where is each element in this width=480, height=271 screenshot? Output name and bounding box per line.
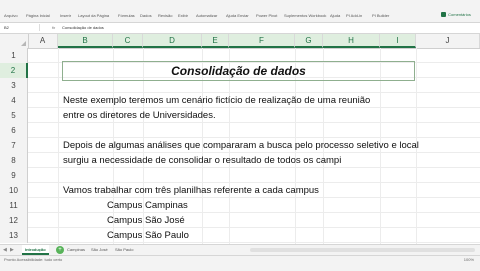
column-header-j[interactable]: J bbox=[416, 34, 480, 48]
text-line-10[interactable]: Vamos trabalhar com três planilhas refer… bbox=[63, 183, 319, 198]
row-header-11[interactable]: 11 bbox=[0, 198, 28, 213]
comments-button[interactable]: Comentários bbox=[436, 10, 476, 18]
grid-row: 11 bbox=[0, 198, 480, 213]
sheet-tab-introducao[interactable]: Introdução bbox=[22, 245, 49, 255]
row-header-1[interactable]: 1 bbox=[0, 48, 28, 63]
row-header-7[interactable]: 7 bbox=[0, 138, 28, 153]
tab-exibir[interactable]: Exibir bbox=[178, 13, 188, 18]
grid-line bbox=[58, 48, 59, 244]
sheet-tab-campinas[interactable]: Campinas bbox=[64, 245, 88, 255]
grid-row: 13 bbox=[0, 228, 480, 243]
column-header-i[interactable]: I bbox=[380, 34, 416, 48]
campus-campinas-cell[interactable]: Campus Campinas bbox=[107, 198, 188, 213]
tab-arquivo[interactable]: Arquivo bbox=[4, 13, 18, 18]
column-header-a[interactable]: A bbox=[28, 34, 58, 48]
tab-suplementos[interactable]: Suplementos Workbook bbox=[284, 13, 326, 18]
row-header-13[interactable]: 13 bbox=[0, 228, 28, 243]
column-header-c[interactable]: C bbox=[113, 34, 143, 48]
tab-layout[interactable]: Layout da Página bbox=[78, 13, 109, 18]
select-all-corner[interactable] bbox=[0, 34, 29, 48]
tab-formulas[interactable]: Fórmulas bbox=[118, 13, 135, 18]
row-header-5[interactable]: 5 bbox=[0, 108, 28, 123]
column-headers: A B C D E F G H I J bbox=[0, 34, 480, 49]
row-header-6[interactable]: 6 bbox=[0, 123, 28, 138]
status-bar: Pronto Acessibilidade: tudo certo 100% bbox=[0, 255, 480, 271]
grid-row: 9 bbox=[0, 168, 480, 183]
next-sheet-icon[interactable]: ▶ bbox=[10, 245, 14, 255]
column-header-b[interactable]: B bbox=[58, 34, 113, 48]
tab-pi-addin[interactable]: PI Add-in bbox=[346, 13, 362, 18]
formula-input[interactable]: Consolidação de dados bbox=[62, 24, 104, 31]
fx-icon[interactable]: fx bbox=[52, 24, 55, 31]
text-line-8[interactable]: surgiu a necessidade de consolidar o res… bbox=[63, 153, 341, 168]
row-header-12[interactable]: 12 bbox=[0, 213, 28, 228]
comment-icon bbox=[441, 11, 447, 17]
text-line-7[interactable]: Depois de algumas análises que comparara… bbox=[63, 138, 419, 153]
row-header-9[interactable]: 9 bbox=[0, 168, 28, 183]
zoom-level[interactable]: 100% bbox=[464, 256, 474, 264]
name-box[interactable]: B2 bbox=[2, 24, 40, 31]
ribbon: Arquivo Página Inicial Inserir Layout da… bbox=[0, 0, 480, 23]
tab-revisao[interactable]: Revisão bbox=[158, 13, 172, 18]
title-cell[interactable]: Consolidação de dados bbox=[62, 61, 415, 81]
tab-pi-builder[interactable]: PI Builder bbox=[372, 13, 389, 18]
tab-automatizar[interactable]: Automatizar bbox=[196, 13, 217, 18]
comments-label: Comentários bbox=[448, 11, 471, 17]
row-header-10[interactable]: 10 bbox=[0, 183, 28, 198]
tab-ajuda-enviar[interactable]: Ajuda Enviar bbox=[226, 13, 249, 18]
row-header-4[interactable]: 4 bbox=[0, 93, 28, 108]
column-header-f[interactable]: F bbox=[229, 34, 295, 48]
add-sheet-icon[interactable]: + bbox=[56, 246, 64, 254]
sheet-tabs-bar: ◀ ▶ Introdução + Campinas São José São P… bbox=[0, 244, 480, 255]
sheet-tab-sao-paulo[interactable]: São Paulo bbox=[112, 245, 136, 255]
sheet-tab-sao-jose[interactable]: São José bbox=[88, 245, 111, 255]
row-header-2[interactable]: 2 bbox=[0, 63, 28, 78]
column-header-d[interactable]: D bbox=[143, 34, 202, 48]
campus-sao-paulo-cell[interactable]: Campus São Paulo bbox=[107, 228, 189, 243]
tab-power-pivot[interactable]: Power Pivot bbox=[256, 13, 277, 18]
grid-row: 6 bbox=[0, 123, 480, 138]
tab-ajuda[interactable]: Ajuda bbox=[330, 13, 340, 18]
row-header-3[interactable]: 3 bbox=[0, 78, 28, 93]
tab-dados[interactable]: Dados bbox=[140, 13, 152, 18]
status-text: Pronto Acessibilidade: tudo certo bbox=[4, 257, 63, 262]
column-header-h[interactable]: H bbox=[323, 34, 380, 48]
formula-bar: B2 fx Consolidação de dados bbox=[0, 23, 480, 34]
grid-row: 12 bbox=[0, 213, 480, 228]
column-header-g[interactable]: G bbox=[295, 34, 323, 48]
tab-inserir[interactable]: Inserir bbox=[60, 13, 71, 18]
tab-pagina-inicial[interactable]: Página Inicial bbox=[26, 13, 50, 18]
text-line-5[interactable]: entre os diretores de Universidades. bbox=[63, 108, 216, 123]
horizontal-scrollbar[interactable] bbox=[250, 248, 475, 252]
text-line-4[interactable]: Neste exemplo teremos um cenário fictíci… bbox=[63, 93, 370, 108]
column-header-e[interactable]: E bbox=[202, 34, 229, 48]
prev-sheet-icon[interactable]: ◀ bbox=[3, 245, 7, 255]
campus-sao-jose-cell[interactable]: Campus São José bbox=[107, 213, 185, 228]
row-header-8[interactable]: 8 bbox=[0, 153, 28, 168]
